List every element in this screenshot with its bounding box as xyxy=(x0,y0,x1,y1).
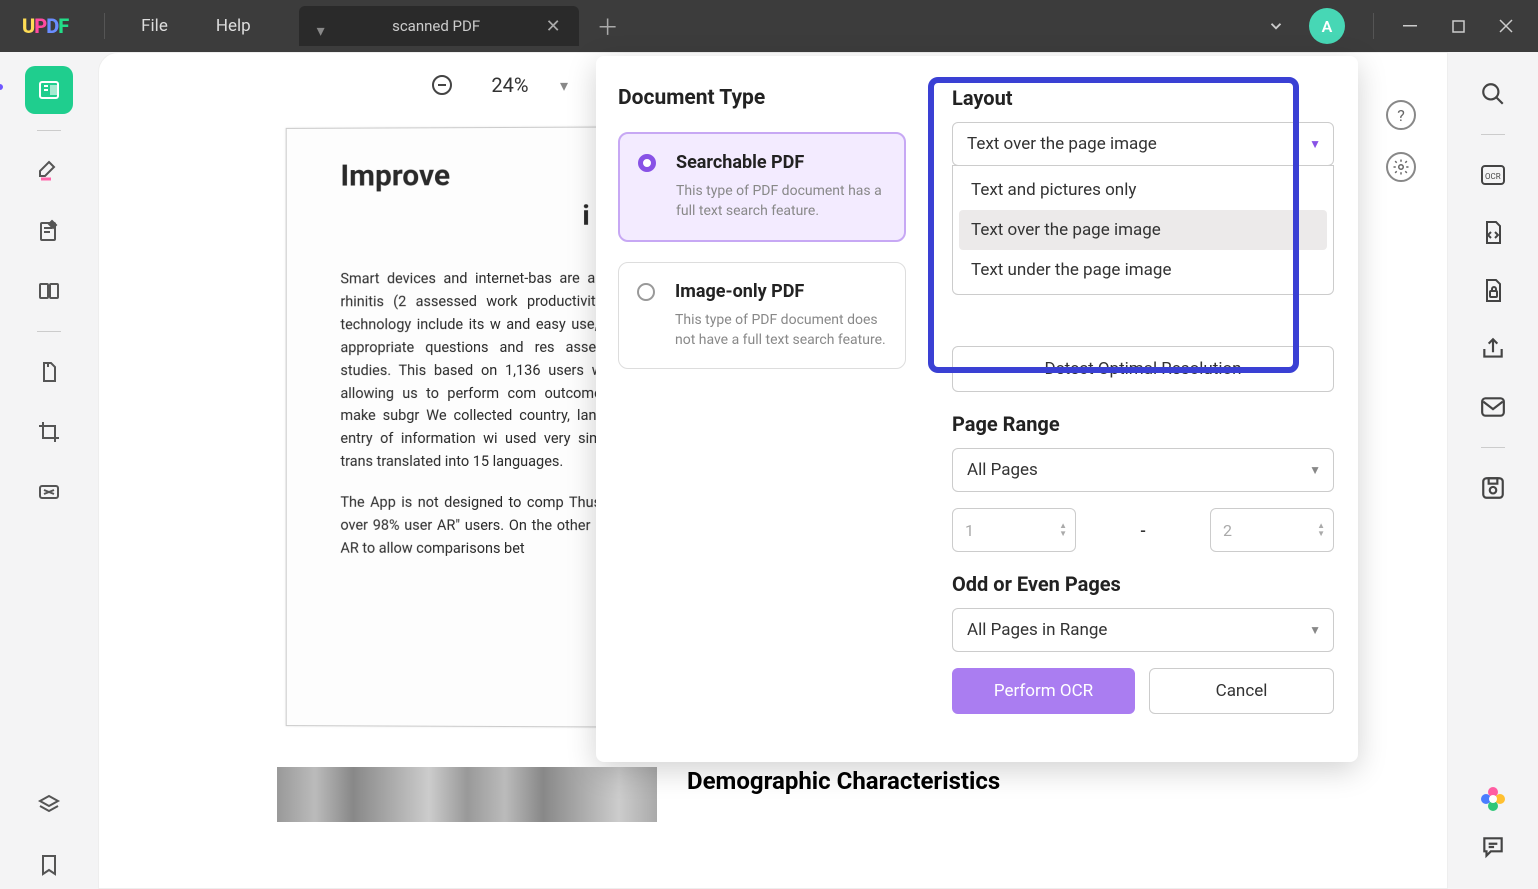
tab-title: scanned PDF xyxy=(347,17,526,35)
chevron-down-icon: ▼ xyxy=(1309,137,1321,151)
edit-tool-button[interactable] xyxy=(25,207,73,255)
layout-heading: Layout xyxy=(952,86,1334,110)
doc-type-searchable-desc: This type of PDF document has a full tex… xyxy=(676,181,886,222)
protect-button[interactable] xyxy=(1471,269,1515,313)
chevron-down-icon: ▼ xyxy=(1309,623,1321,637)
detect-resolution-button[interactable]: Detect Optimal Resolution xyxy=(952,346,1334,392)
help-icon[interactable]: ? xyxy=(1386,100,1416,130)
crop-tool-button[interactable] xyxy=(25,408,73,456)
ocr-panel: Document Type Searchable PDF This type o… xyxy=(596,56,1358,762)
page-image-placeholder xyxy=(277,767,657,822)
add-tab-button[interactable]: ＋ xyxy=(597,10,619,42)
svg-text:OCR: OCR xyxy=(1485,172,1501,181)
page-from-input[interactable]: 1 ▲▼ xyxy=(952,508,1076,552)
doc-type-searchable-title: Searchable PDF xyxy=(676,152,886,173)
save-button[interactable] xyxy=(1471,466,1515,510)
chevron-down-icon: ▼ xyxy=(1309,463,1321,477)
bookmark-button[interactable] xyxy=(25,841,73,889)
right-toolbar: OCR xyxy=(1448,52,1538,889)
titlebar: UPDF File Help ▾ scanned PDF ✕ ＋ A xyxy=(0,0,1538,52)
zoom-out-button[interactable] xyxy=(424,67,460,103)
zoom-dropdown-icon[interactable]: ▾ xyxy=(560,76,568,95)
page-to-input[interactable]: 2 ▲▼ xyxy=(1210,508,1334,552)
reader-tool-button[interactable] xyxy=(25,66,73,114)
layout-option[interactable]: Text under the page image xyxy=(959,250,1327,290)
menu-file[interactable]: File xyxy=(117,16,192,36)
app-logo: UPDF xyxy=(22,14,68,38)
perform-ocr-button[interactable]: Perform OCR xyxy=(952,668,1135,714)
layout-value: Text over the page image xyxy=(967,134,1157,154)
email-button[interactable] xyxy=(1471,385,1515,429)
search-button[interactable] xyxy=(1471,72,1515,116)
page-range-dropdown[interactable]: All Pages ▼ xyxy=(952,448,1334,492)
doc-type-imageonly[interactable]: Image-only PDF This type of PDF document… xyxy=(618,262,906,370)
layout-option[interactable]: Text over the page image xyxy=(959,210,1327,250)
zoom-level: 24% xyxy=(485,73,535,97)
close-tab-icon[interactable]: ✕ xyxy=(546,16,561,37)
odd-even-dropdown[interactable]: All Pages in Range ▼ xyxy=(952,608,1334,652)
highlight-tool-button[interactable] xyxy=(25,147,73,195)
page-range-heading: Page Range xyxy=(952,412,1334,436)
doc-type-imageonly-title: Image-only PDF xyxy=(675,281,887,302)
cancel-button[interactable]: Cancel xyxy=(1149,668,1334,714)
minimize-button[interactable] xyxy=(1386,6,1434,46)
close-window-button[interactable] xyxy=(1482,6,1530,46)
gear-icon[interactable] xyxy=(1386,152,1416,182)
redact-tool-button[interactable] xyxy=(25,468,73,516)
layout-dropdown[interactable]: Text over the page image ▼ Text and pict… xyxy=(952,122,1334,166)
layout-dropdown-list: Text and pictures only Text over the pag… xyxy=(952,165,1334,295)
menu-help[interactable]: Help xyxy=(192,16,275,36)
layout-option[interactable]: Text and pictures only xyxy=(959,170,1327,210)
separator xyxy=(104,13,105,39)
odd-even-heading: Odd or Even Pages xyxy=(952,572,1334,596)
page-subheading: Demographic Characteristics xyxy=(687,767,1000,795)
pin-icon: ▾ xyxy=(317,21,327,31)
doc-type-imageonly-desc: This type of PDF document does not have … xyxy=(675,310,887,351)
pages-tool-button[interactable] xyxy=(25,267,73,315)
doc-type-heading: Document Type xyxy=(618,86,906,110)
form-tool-button[interactable] xyxy=(25,348,73,396)
radio-selected-icon xyxy=(638,154,656,172)
radio-unselected-icon xyxy=(637,283,655,301)
stepper-icon[interactable]: ▲▼ xyxy=(1317,522,1325,538)
odd-even-value: All Pages in Range xyxy=(967,620,1107,640)
chevron-down-icon[interactable] xyxy=(1267,17,1285,35)
range-dash: - xyxy=(1086,521,1200,540)
page-range-value: All Pages xyxy=(967,460,1038,480)
doc-type-searchable[interactable]: Searchable PDF This type of PDF document… xyxy=(618,132,906,242)
convert-button[interactable] xyxy=(1471,211,1515,255)
ocr-button[interactable]: OCR xyxy=(1471,153,1515,197)
stepper-icon[interactable]: ▲▼ xyxy=(1059,522,1067,538)
separator xyxy=(1373,13,1374,39)
comment-button[interactable] xyxy=(1471,825,1515,869)
share-button[interactable] xyxy=(1471,327,1515,371)
maximize-button[interactable] xyxy=(1434,6,1482,46)
user-avatar[interactable]: A xyxy=(1309,8,1345,44)
left-toolbar xyxy=(0,52,98,889)
layers-button[interactable] xyxy=(25,781,73,829)
document-tab[interactable]: ▾ scanned PDF ✕ xyxy=(299,6,579,46)
ai-button[interactable] xyxy=(1471,777,1515,821)
